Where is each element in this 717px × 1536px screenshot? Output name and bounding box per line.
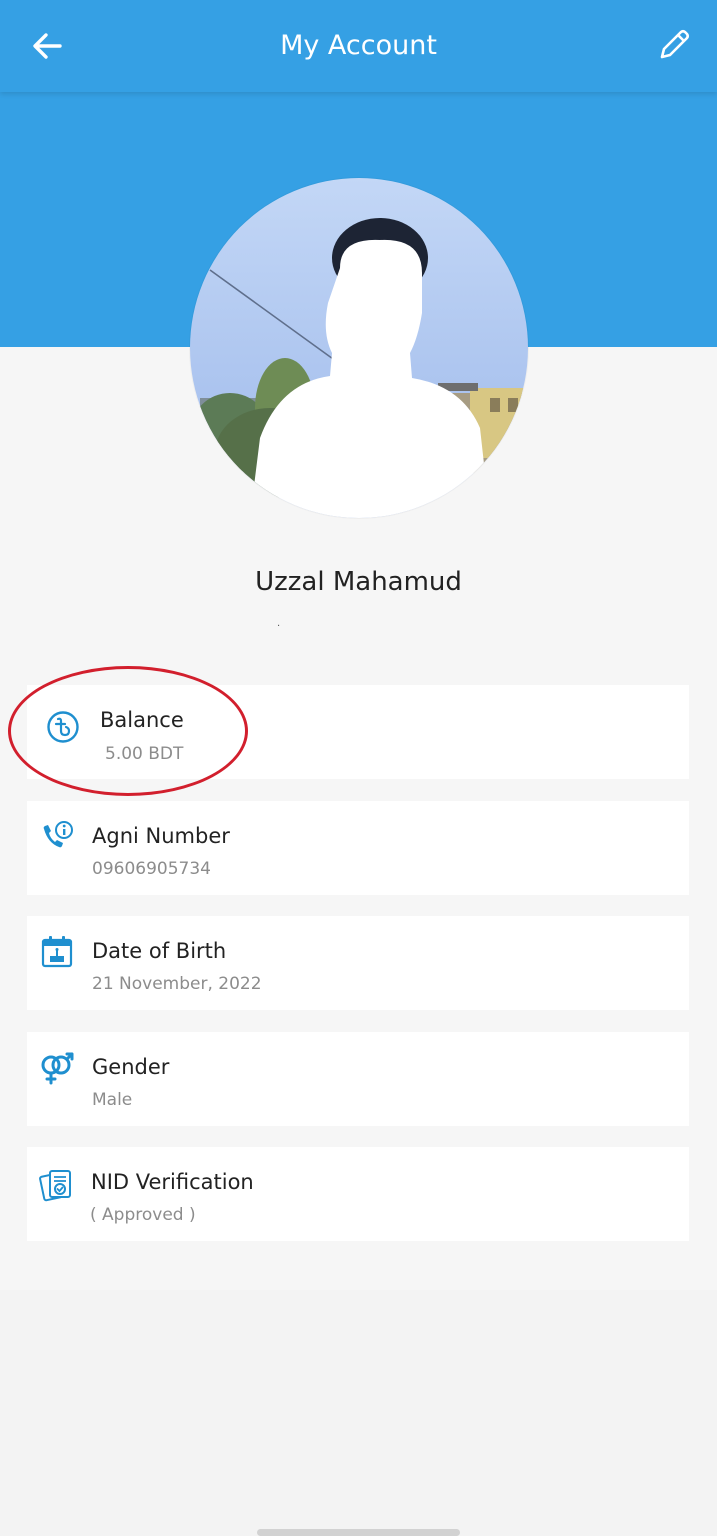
balance-value: 5.00 BDT <box>105 744 184 764</box>
phone-info-icon <box>43 821 73 848</box>
profile-name: Uzzal Mahamud <box>255 567 462 597</box>
pencil-icon <box>660 29 690 59</box>
agni-number-value: 09606905734 <box>92 859 211 879</box>
gender-label: Gender <box>92 1055 170 1079</box>
page-title: My Account <box>280 30 437 61</box>
balance-label: Balance <box>100 708 184 732</box>
profile-photo <box>190 178 528 518</box>
bottom-blank-area <box>0 1290 717 1536</box>
home-indicator[interactable] <box>257 1529 460 1536</box>
agni-number-card[interactable]: Agni Number 09606905734 <box>27 801 689 895</box>
agni-number-label: Agni Number <box>92 824 230 848</box>
profile-subtitle: . <box>277 618 281 629</box>
date-of-birth-card[interactable]: Date of Birth 21 November, 2022 <box>27 916 689 1010</box>
app-bar: My Account <box>0 0 717 92</box>
gender-value: Male <box>92 1090 133 1110</box>
nid-verification-card[interactable]: NID Verification ( Approved ) <box>27 1147 689 1241</box>
id-card-verified-icon <box>39 1170 71 1202</box>
nid-verification-label: NID Verification <box>91 1170 254 1194</box>
date-of-birth-label: Date of Birth <box>92 939 227 963</box>
my-account-screen: My Account Uzzal Mahamud . Balance 5.00 … <box>0 0 717 1536</box>
avatar[interactable] <box>190 178 528 518</box>
gender-icon <box>41 1052 74 1085</box>
balance-card[interactable]: Balance 5.00 BDT <box>27 685 689 779</box>
gender-card[interactable]: Gender Male <box>27 1032 689 1126</box>
nid-verification-value: ( Approved ) <box>90 1205 196 1225</box>
edit-profile-button[interactable] <box>653 24 695 66</box>
calendar-icon <box>41 936 73 968</box>
date-of-birth-value: 21 November, 2022 <box>92 974 262 994</box>
taka-coin-icon <box>47 711 79 743</box>
